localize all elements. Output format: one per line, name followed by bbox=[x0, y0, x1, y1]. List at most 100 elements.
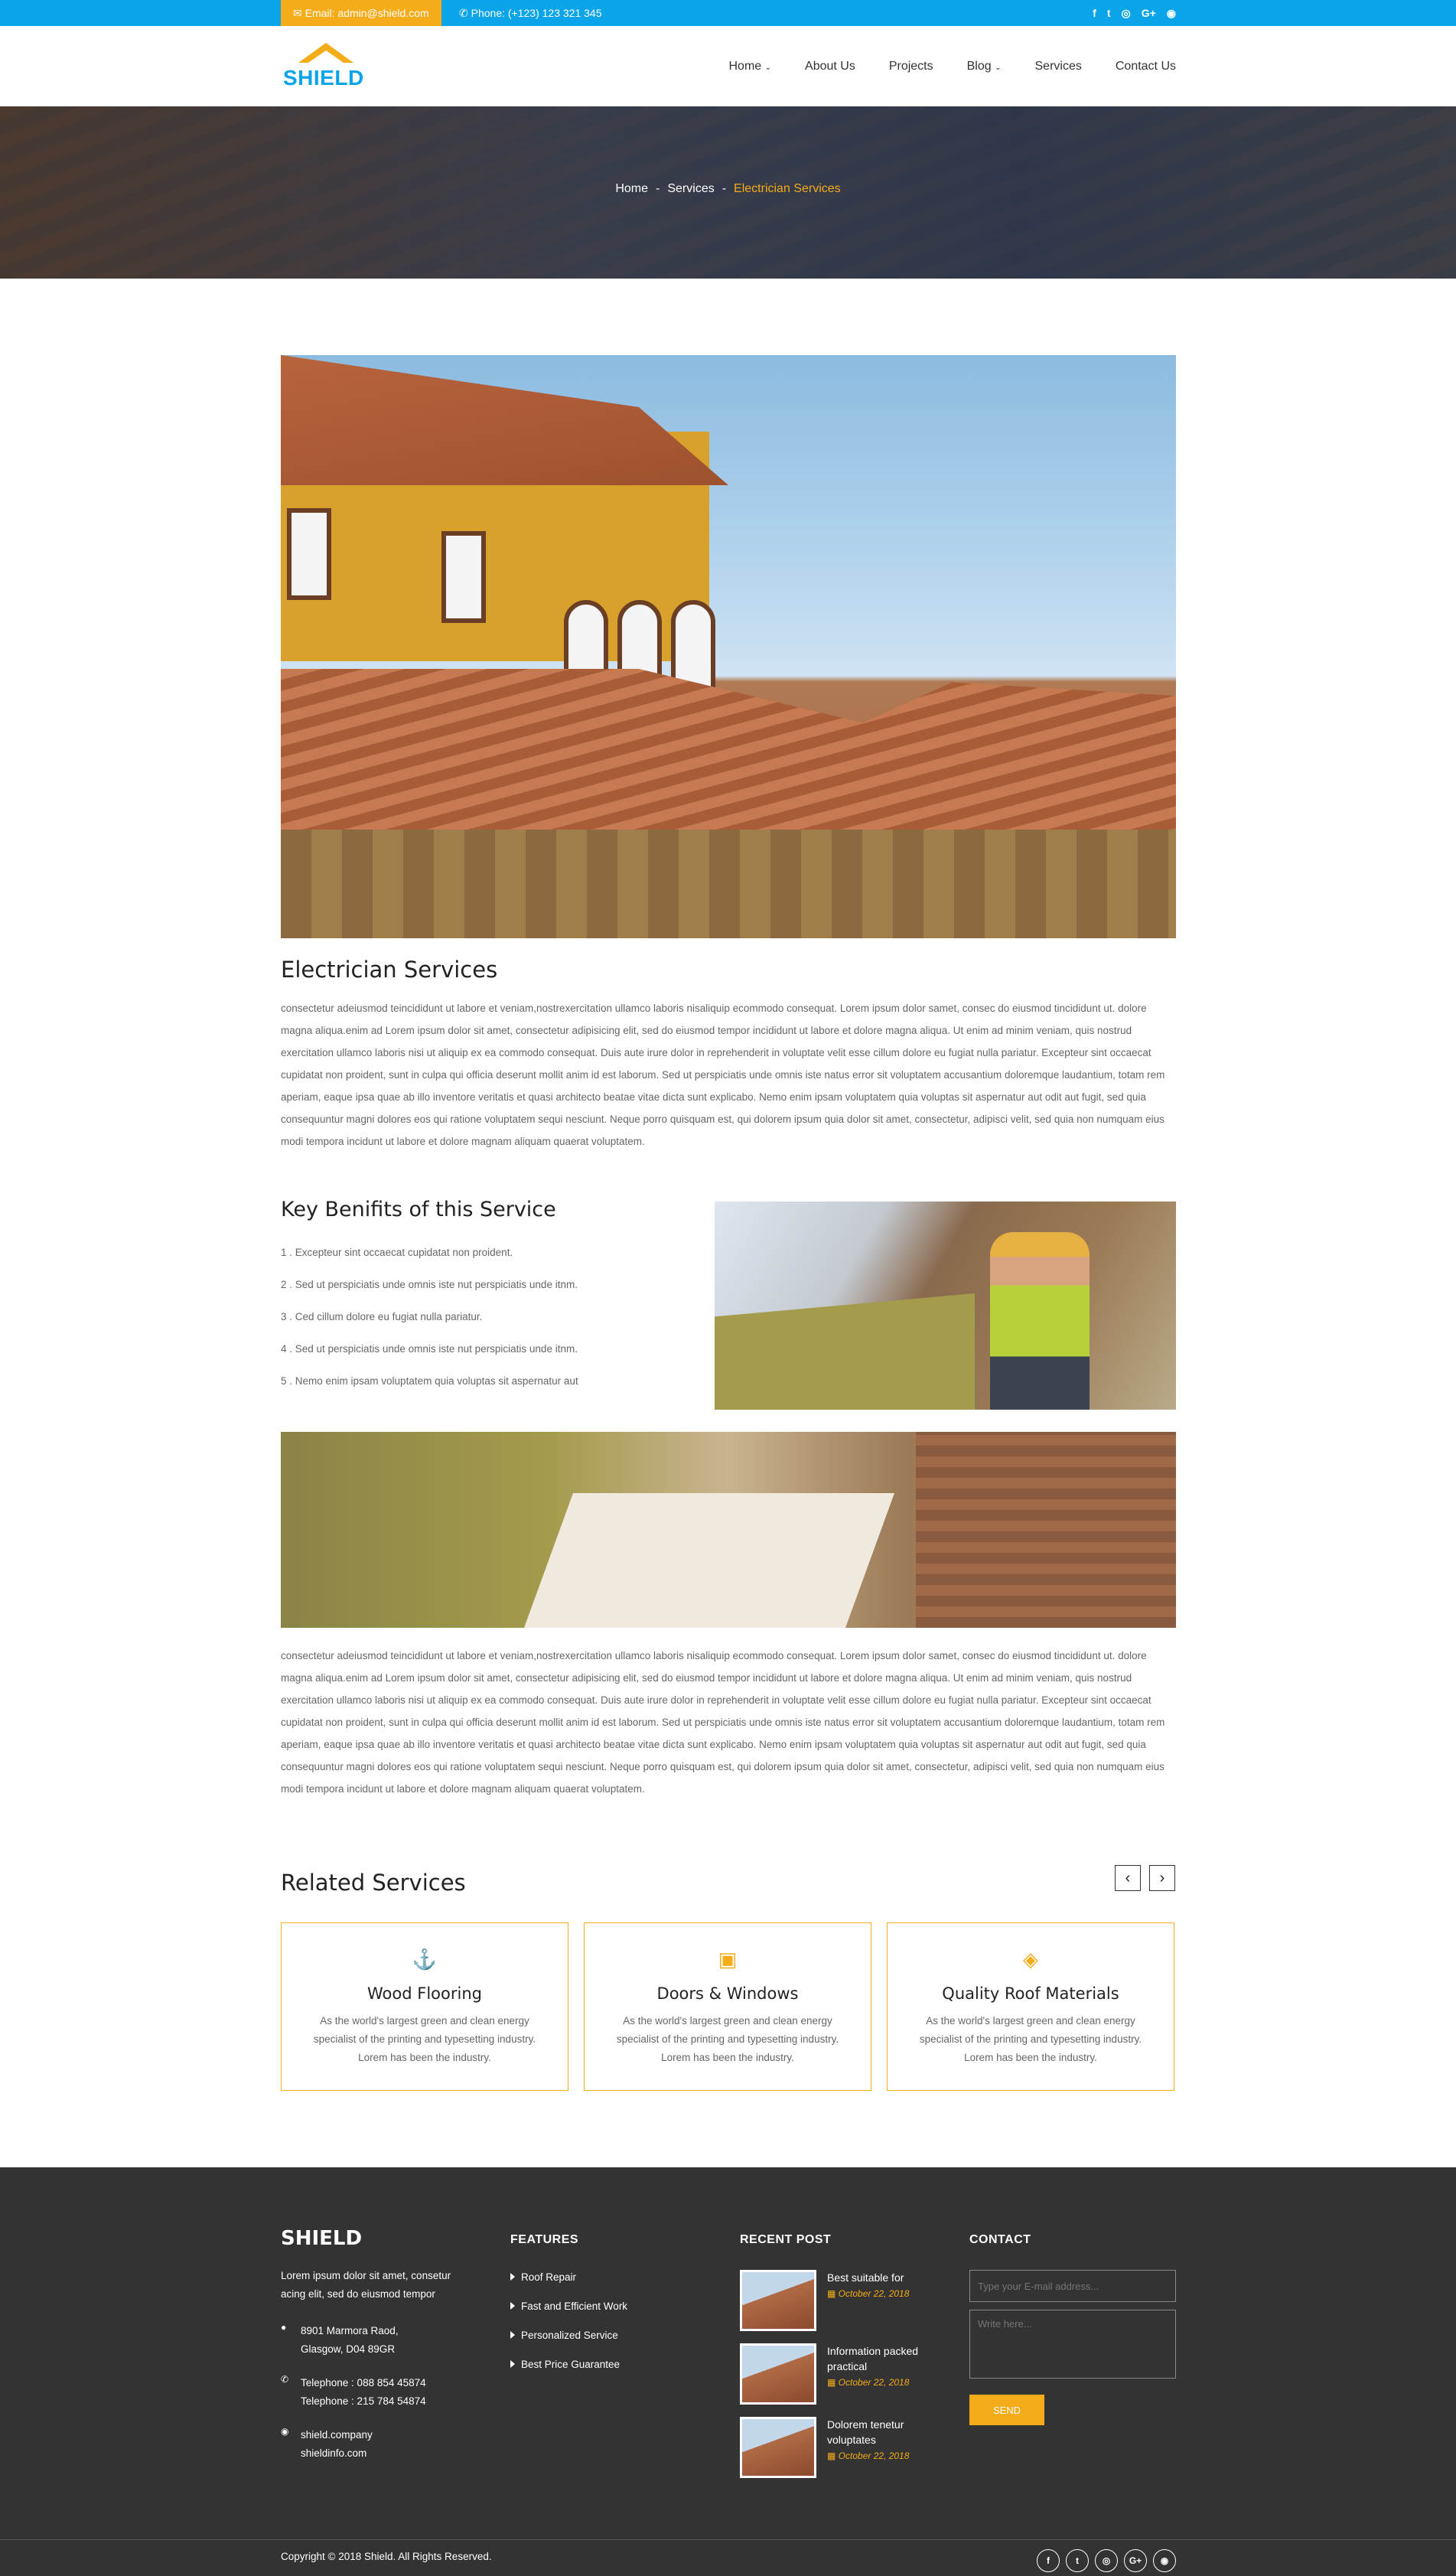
facebook-icon[interactable]: f bbox=[1093, 7, 1096, 19]
recent-post[interactable]: Dolorem tenetur voluptates October 22, 20… bbox=[740, 2417, 954, 2490]
benefit-item: 2 . Sed ut perspiciatis unde omnis iste … bbox=[281, 1279, 578, 1290]
post-date: October 22, 2018 bbox=[827, 2377, 942, 2388]
feature-link[interactable]: Fast and Efficient Work bbox=[510, 2300, 702, 2330]
image-bricks bbox=[916, 1432, 1176, 1628]
phone-info: ✆ Phone: (+123) 123 321 345 bbox=[459, 0, 602, 26]
feature-label: Fast and Efficient Work bbox=[521, 2300, 628, 2312]
logo[interactable]: SHIELD bbox=[283, 43, 367, 92]
footer-about-text: Lorem ipsum dolor sit amet, consetur aci… bbox=[281, 2270, 451, 2300]
footer-recent-posts: RECENT POST Best suitable for October 22,… bbox=[740, 2227, 954, 2490]
email-input[interactable] bbox=[969, 2270, 1176, 2302]
instagram-icon[interactable]: ◎ bbox=[1121, 7, 1130, 20]
image-window bbox=[287, 508, 331, 600]
feature-label: Best Price Guarantee bbox=[521, 2359, 621, 2370]
page-banner: Home - Services - Electrician Services bbox=[0, 106, 1456, 279]
post-title: Dolorem tenetur voluptates bbox=[827, 2418, 904, 2446]
footer-contact: CONTACT SEND bbox=[969, 2227, 1176, 2425]
copyright-text: Copyright © 2018 Shield. All Rights Rese… bbox=[281, 2551, 492, 2562]
breadcrumb-home[interactable]: Home bbox=[615, 182, 648, 195]
service-description-2: consectetur adeiusmod teincididunt ut la… bbox=[281, 1650, 1165, 1795]
nav-home-label: Home bbox=[728, 59, 762, 73]
twitter-icon[interactable]: t bbox=[1107, 7, 1111, 19]
phone-line: Telephone : 215 784 54874 bbox=[301, 2395, 426, 2407]
footer-features: FEATURES Roof Repair Fast and Efficient … bbox=[510, 2227, 702, 2388]
nav-contact[interactable]: Contact Us bbox=[1116, 60, 1176, 73]
phone-icon: ✆ bbox=[281, 2374, 289, 2385]
recent-post[interactable]: Information packed practical October 22, … bbox=[740, 2343, 954, 2417]
nav-services[interactable]: Services bbox=[1035, 60, 1082, 73]
top-bar: ✉ Email: admin@shield.com ✆ Phone: (+123… bbox=[0, 0, 1456, 26]
service-title: Electrician Services bbox=[281, 957, 498, 983]
benefit-item: 3 . Ced cillum dolore eu fugiat nulla pa… bbox=[281, 1311, 483, 1322]
phone-line: Telephone : 088 854 45874 bbox=[301, 2377, 426, 2389]
logo-text: SHIELD bbox=[283, 66, 364, 90]
caret-right-icon bbox=[510, 2273, 515, 2281]
site-link[interactable]: shield.company bbox=[301, 2426, 373, 2444]
send-button[interactable]: SEND bbox=[969, 2395, 1044, 2425]
email-text: Email: admin@shield.com bbox=[305, 7, 429, 19]
post-title: Best suitable for bbox=[827, 2271, 904, 2284]
chevron-down-icon: ⌄ bbox=[995, 63, 1002, 72]
footer-phones: ✆ Telephone : 088 854 45874 Telephone : 2… bbox=[281, 2374, 472, 2411]
envelope-icon: ✉ bbox=[293, 7, 305, 19]
image-bin bbox=[715, 1293, 975, 1410]
feature-label: Personalized Service bbox=[521, 2330, 618, 2341]
feature-link[interactable]: Roof Repair bbox=[510, 2271, 702, 2300]
contact-form: SEND bbox=[969, 2270, 1176, 2425]
google-plus-icon[interactable]: G+ bbox=[1142, 7, 1156, 19]
caret-right-icon bbox=[510, 2360, 515, 2368]
next-arrow-button[interactable]: › bbox=[1149, 1865, 1175, 1891]
image-stone-wall bbox=[281, 830, 1176, 938]
breadcrumb-separator: - bbox=[721, 182, 727, 195]
features-heading: FEATURES bbox=[510, 2233, 579, 2246]
features-list: Roof Repair Fast and Efficient Work Pers… bbox=[510, 2271, 702, 2388]
feature-link[interactable]: Best Price Guarantee bbox=[510, 2359, 702, 2388]
nav-about[interactable]: About Us bbox=[805, 60, 855, 73]
nav-blog[interactable]: Blog ⌄ bbox=[967, 60, 1002, 73]
related-services: ⚓ Wood Flooring As the world's largest g… bbox=[281, 1922, 1176, 2091]
recent-post[interactable]: Best suitable for October 22, 2018 bbox=[740, 2270, 954, 2343]
logo-roof-inner bbox=[306, 51, 346, 64]
service-card-title: Doors & Windows bbox=[656, 1984, 799, 2003]
twitter-icon[interactable]: t bbox=[1066, 2549, 1089, 2572]
footer: SHIELD Lorem ipsum dolor sit amet, conse… bbox=[0, 2167, 1456, 2576]
service-card-title: Quality Roof Materials bbox=[942, 1984, 1119, 2003]
service-card[interactable]: ◈ Quality Roof Materials As the world's … bbox=[887, 1922, 1174, 2091]
breadcrumb-services[interactable]: Services bbox=[667, 182, 714, 195]
recent-heading: RECENT POST bbox=[740, 2233, 832, 2246]
service-card[interactable]: ▣ Doors & Windows As the world's largest… bbox=[584, 1922, 871, 2091]
benefit-item: 1 . Excepteur sint occaecat cupidatat no… bbox=[281, 1247, 513, 1258]
message-textarea[interactable] bbox=[969, 2310, 1176, 2379]
address-line: Glasgow, D04 89GR bbox=[301, 2343, 396, 2355]
benefit-item: 4 . Sed ut perspiciatis unde omnis iste … bbox=[281, 1343, 578, 1355]
footer-logo[interactable]: SHIELD bbox=[281, 2227, 472, 2250]
caret-right-icon bbox=[510, 2302, 515, 2310]
footer-bottom: Copyright © 2018 Shield. All Rights Rese… bbox=[0, 2539, 1456, 2576]
facebook-icon[interactable]: f bbox=[1037, 2549, 1060, 2572]
benefits-title: Key Benifits of this Service bbox=[281, 1198, 556, 1221]
tools-icon: ◈ bbox=[1023, 1948, 1038, 1971]
nav-home[interactable]: Home ⌄ bbox=[728, 60, 771, 73]
image-window bbox=[671, 600, 715, 692]
dribbble-icon[interactable]: ◉ bbox=[1167, 7, 1176, 20]
image-slab bbox=[523, 1493, 895, 1628]
dribbble-icon[interactable]: ◉ bbox=[1153, 2549, 1176, 2572]
footer-address: ● 8901 Marmora Raod, Glasgow, D04 89GR bbox=[281, 2322, 472, 2359]
instagram-icon[interactable]: ◎ bbox=[1095, 2549, 1118, 2572]
benefit-item: 5 . Nemo enim ipsam voluptatem quia volu… bbox=[281, 1375, 578, 1387]
globe-icon: ◉ bbox=[281, 2426, 289, 2437]
prev-arrow-button[interactable]: ‹ bbox=[1115, 1865, 1141, 1891]
service-card[interactable]: ⚓ Wood Flooring As the world's largest g… bbox=[281, 1922, 568, 2091]
anchor-icon: ⚓ bbox=[412, 1948, 438, 1971]
site-link[interactable]: shieldinfo.com bbox=[301, 2444, 373, 2463]
feature-label: Roof Repair bbox=[521, 2271, 577, 2283]
image-roof-upper bbox=[281, 355, 728, 485]
nav-projects[interactable]: Projects bbox=[889, 60, 933, 73]
email-link[interactable]: ✉ Email: admin@shield.com bbox=[281, 0, 441, 26]
service-card-title: Wood Flooring bbox=[367, 1984, 482, 2003]
header: SHIELD Home ⌄ About Us Projects Blog ⌄ S… bbox=[0, 26, 1456, 106]
google-plus-icon[interactable]: G+ bbox=[1124, 2549, 1147, 2572]
footer-social-links: f t ◎ G+ ◉ bbox=[1037, 2549, 1176, 2572]
service-card-text: As the world's largest green and clean e… bbox=[919, 2015, 1142, 2063]
feature-link[interactable]: Personalized Service bbox=[510, 2330, 702, 2359]
